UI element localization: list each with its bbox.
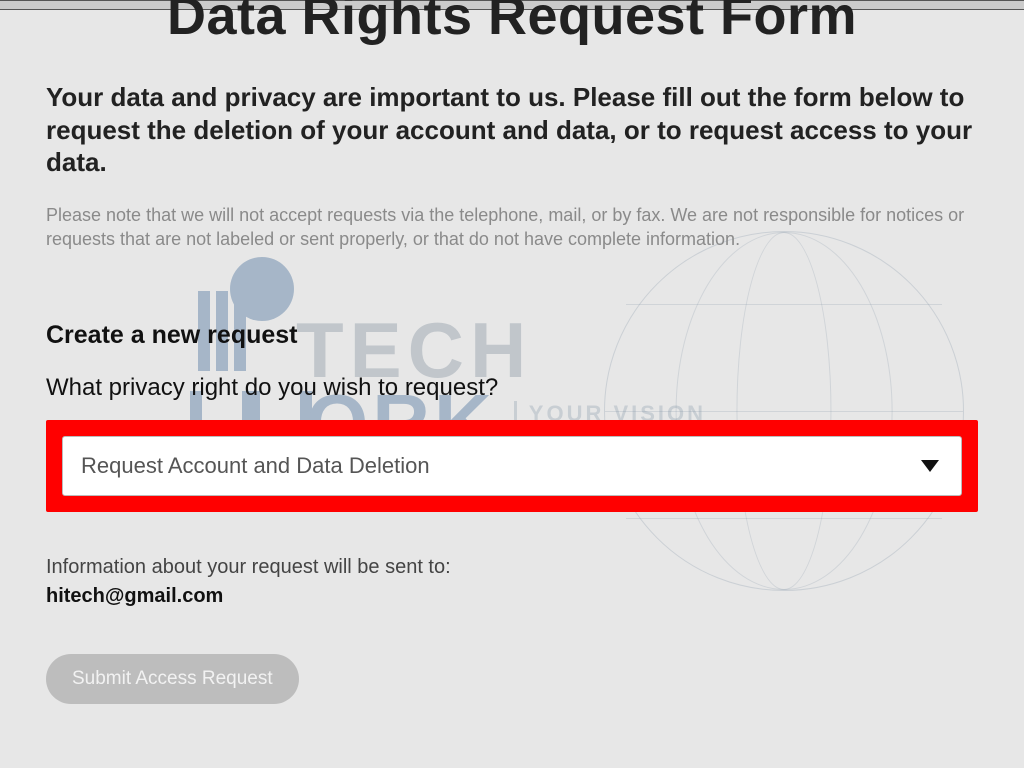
intro-text: Your data and privacy are important to u…: [46, 81, 978, 179]
chevron-down-icon: [921, 460, 939, 472]
info-label: Information about your request will be s…: [46, 556, 978, 579]
privacy-right-select[interactable]: Request Account and Data Deletion: [62, 436, 962, 496]
select-highlight-box: Request Account and Data Deletion: [46, 420, 978, 512]
select-value: Request Account and Data Deletion: [81, 453, 430, 479]
disclaimer-text: Please note that we will not accept requ…: [46, 203, 978, 252]
user-email: hitech@gmail.com: [46, 585, 978, 608]
page-container: TECH ORK YOUR VISION OUR FUTURE Data Rig…: [0, 0, 1024, 768]
page-title: Data Rights Request Form: [46, 0, 978, 47]
section-title: Create a new request: [46, 321, 978, 350]
submit-access-request-button[interactable]: Submit Access Request: [46, 654, 299, 704]
question-label: What privacy right do you wish to reques…: [46, 374, 978, 402]
